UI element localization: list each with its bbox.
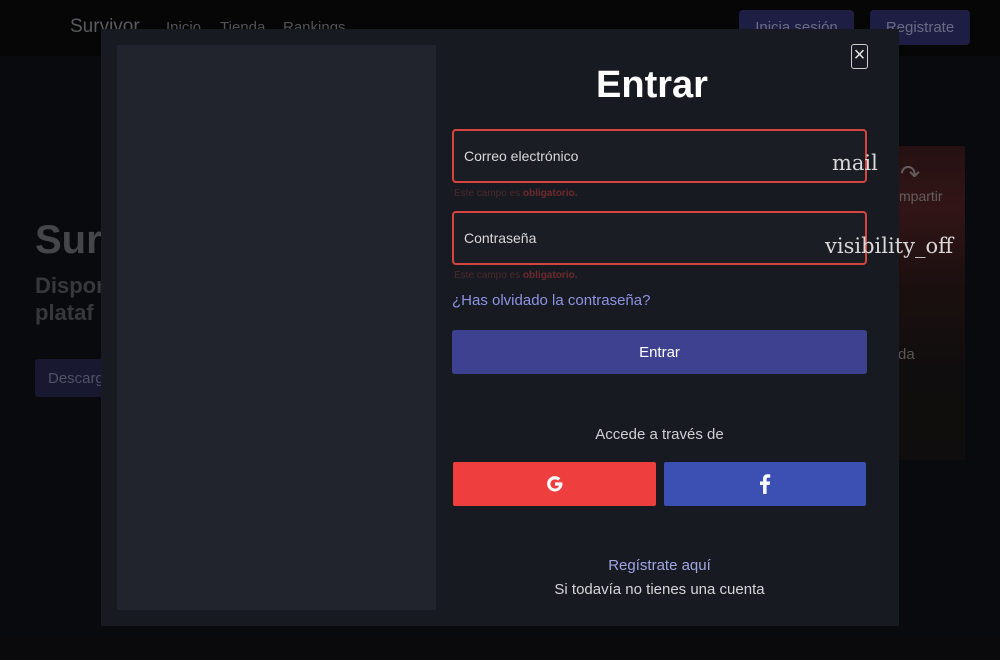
mail-icon: mail (832, 151, 878, 175)
email-error: Este campo es obligatorio. (454, 188, 577, 199)
register-note: Si todavía no tienes una cuenta (554, 581, 765, 598)
email-error-text: Este campo es (454, 188, 523, 199)
close-icon[interactable]: × (851, 44, 868, 69)
password-label: Contraseña (464, 230, 537, 246)
forgot-password-link[interactable]: ¿Has olvidado la contraseña? (452, 292, 650, 309)
facebook-icon (760, 474, 771, 494)
password-error-text: Este campo es (454, 270, 523, 281)
password-error-strong: obligatorio. (522, 270, 578, 281)
register-link[interactable]: Regístrate aquí (452, 557, 867, 574)
password-error: Este campo es obligatorio. (454, 270, 577, 281)
modal-title: Entrar (596, 64, 708, 106)
login-submit-button[interactable]: Entrar (452, 330, 867, 374)
email-error-strong: obligatorio. (522, 188, 578, 199)
google-login-button[interactable] (453, 462, 656, 506)
social-login-caption: Accede a través de (595, 426, 724, 443)
modal-side-image (117, 45, 436, 610)
facebook-login-button[interactable] (664, 462, 866, 506)
login-modal: × Entrar Correo electrónico mail Este ca… (101, 29, 953, 626)
visibility-off-icon[interactable]: visibility_off (825, 234, 953, 258)
google-icon (546, 476, 562, 492)
email-field[interactable]: Correo electrónico mail (452, 129, 878, 183)
password-field[interactable]: Contraseña visibility_off (452, 211, 953, 265)
email-label: Correo electrónico (464, 148, 579, 164)
